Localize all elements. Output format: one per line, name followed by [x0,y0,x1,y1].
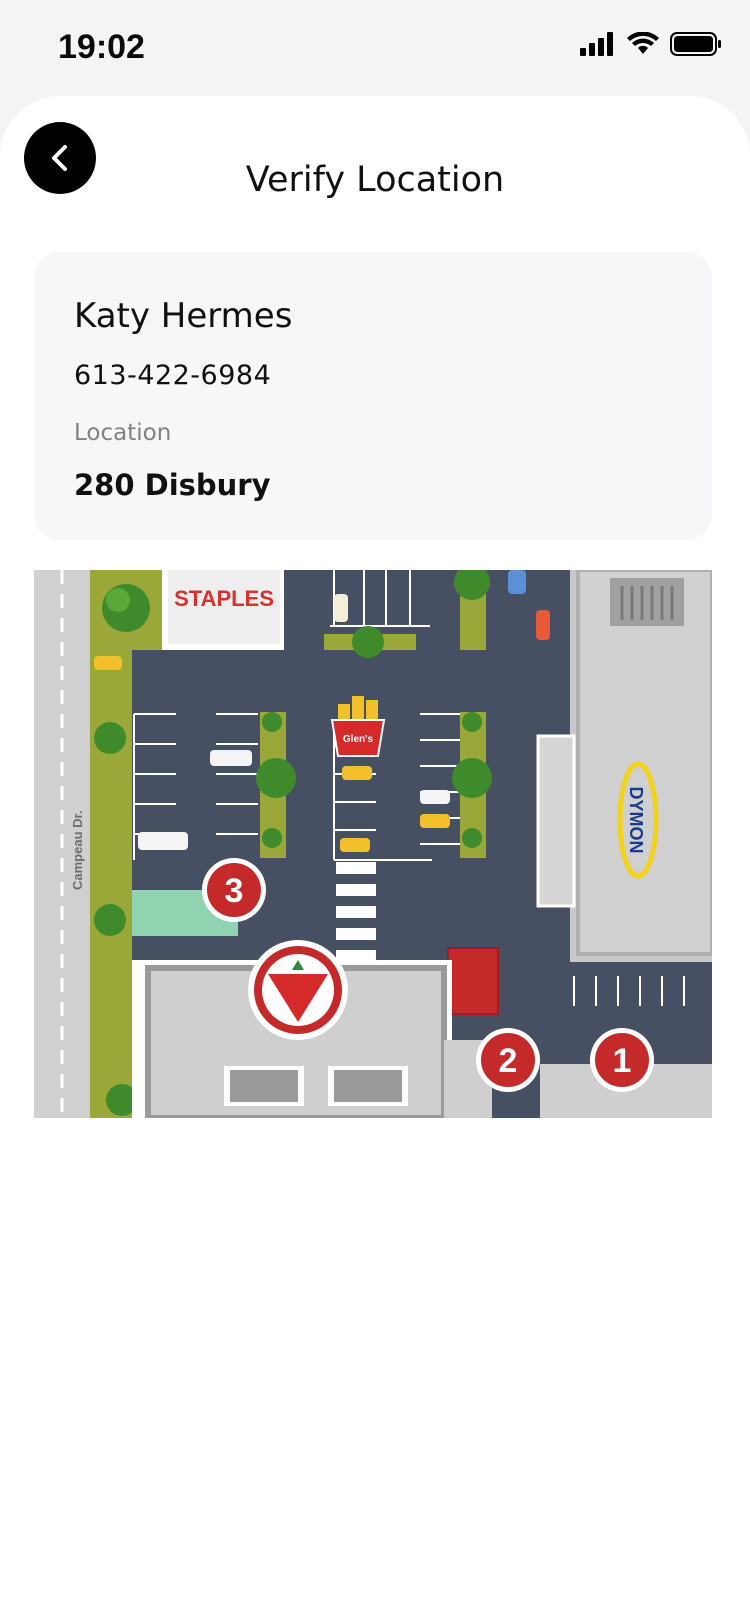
glens-restaurant-icon [330,696,386,757]
status-bar: 19:02 [0,0,750,96]
wifi-icon [627,32,659,54]
svg-text:3: 3 [225,872,244,910]
status-time: 19:02 [58,28,145,66]
location-label: Location [74,420,172,446]
map-marker-2[interactable]: 2 [476,1028,540,1092]
contact-name: Katy Hermes [74,296,293,336]
battery-icon [670,32,721,56]
screen-sheet: Verify Location Katy Hermes 613-422-6984… [0,96,750,1624]
glens-label: Glen's [343,734,374,745]
svg-text:1: 1 [613,1042,632,1080]
grass-strip [90,570,132,1118]
map-marker-1[interactable]: 1 [590,1028,654,1092]
dymon-label: DYMON [626,787,646,854]
map-marker-3[interactable]: 3 [202,858,266,922]
status-icons [580,32,722,56]
street-label: Campeau Dr. [70,811,85,890]
contact-phone: 613-422-6984 [74,360,272,391]
canadian-tire-logo [248,940,348,1040]
contact-card: Katy Hermes 613-422-6984 Location 280 Di… [34,252,712,540]
location-value: 280 Disbury [74,468,271,502]
page-title: Verify Location [245,160,505,200]
svg-text:2: 2 [499,1042,518,1080]
staples-label: STAPLES [174,586,274,611]
signal-icon [580,32,613,56]
location-map[interactable]: Campeau Dr. STAPLES DYMON Glen's 3 2 1 [34,570,712,1118]
